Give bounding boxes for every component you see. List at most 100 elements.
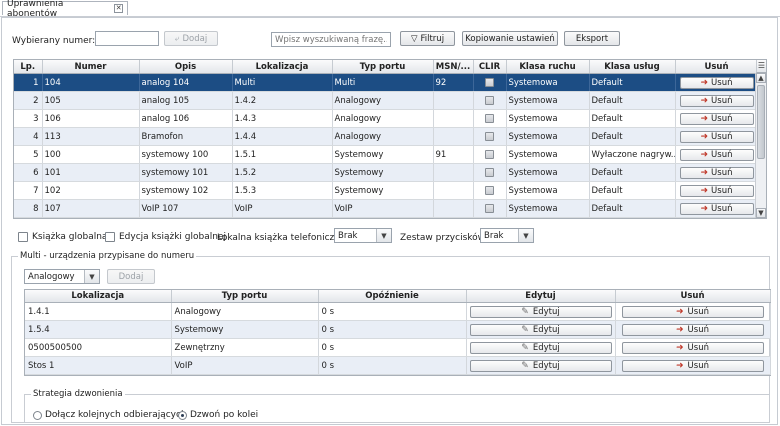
cell-delete: ➜ Usuń [615, 302, 771, 321]
delete-device-button[interactable]: ➜ Usuń [621, 341, 764, 354]
cell-lok: 0500500500 [25, 338, 172, 357]
table-row[interactable]: 0500500500 Zewnętrzny 0 s ✎ Edytuj ➜ Usuń [25, 338, 771, 357]
filter-button[interactable]: ▽ Filtruj [400, 31, 455, 46]
cell-lok: 1.4.1 [25, 302, 172, 321]
add-icon: ⤶ [174, 33, 180, 44]
delete-row-button[interactable]: ➜ Usuń [679, 94, 754, 107]
edit-device-button[interactable]: ✎ Edytuj [469, 305, 612, 318]
cell-delete: ➜ Usuń [615, 356, 771, 375]
column-menu-icon[interactable]: ☰ [756, 60, 766, 73]
table-row[interactable]: 8 107 VoIP 107 VoIP VoIP Systemowa Default ➜ Usu… [14, 199, 759, 218]
column-header[interactable]: Klasa ruchu [506, 60, 590, 74]
table-scrollbar[interactable]: ▲ ▼ [755, 73, 766, 218]
chevron-down-icon: ▼ [518, 229, 533, 242]
tab-uprawnienia[interactable]: Uprawnienia abonentów ✕ [2, 0, 128, 19]
strategy-legend: Strategia dzwonienia [33, 389, 123, 399]
edit-label: Edytuj [532, 360, 560, 371]
cell-opoz: 0 s [318, 356, 467, 375]
column-header[interactable]: Opóźnienie [318, 290, 467, 303]
table-row[interactable]: 7 102 systemowy 102 1.5.3 Systemowy Systemowa… [14, 181, 759, 200]
column-header[interactable]: Numer [42, 60, 140, 74]
scroll-up-icon[interactable]: ▲ [756, 73, 766, 83]
edit-device-button[interactable]: ✎ Edytuj [469, 341, 612, 354]
column-header[interactable]: Typ portu [332, 60, 434, 74]
delete-label: Usuń [687, 306, 709, 317]
clir-checkbox[interactable] [485, 204, 494, 213]
add-device-button[interactable]: Dodaj [107, 269, 155, 284]
radio-join[interactable] [33, 410, 42, 420]
strategy-option-join[interactable]: Dołącz kolejnych odbierających [33, 410, 187, 420]
edit-global-book-option[interactable]: Edycja książki globalnej [105, 232, 226, 242]
table-row[interactable]: 5 100 systemowy 100 1.5.1 Systemowy 91 Systemo… [14, 145, 759, 164]
cell-typ: Systemowy [332, 145, 434, 164]
edit-global-book-checkbox[interactable] [105, 232, 115, 242]
scroll-down-icon[interactable]: ▼ [756, 208, 766, 218]
column-header[interactable]: Edytuj [466, 290, 616, 303]
cell-msn [433, 91, 474, 110]
table-row[interactable]: 1.5.4 Systemowy 0 s ✎ Edytuj ➜ Usuń [25, 320, 771, 339]
delete-device-button[interactable]: ➜ Usuń [621, 359, 764, 372]
clir-checkbox[interactable] [485, 168, 494, 177]
delete-icon: ➜ [676, 342, 684, 353]
delete-device-button[interactable]: ➜ Usuń [621, 323, 764, 336]
global-book-option[interactable]: Książka globalna [18, 232, 107, 242]
copy-settings-button[interactable]: Kopiowanie ustawień [462, 31, 558, 46]
column-header[interactable]: Usuń [615, 290, 771, 303]
cell-opis: systemowy 101 [139, 163, 233, 182]
cell-lok: 1.5.4 [25, 320, 172, 339]
cell-typ: VoIP [171, 356, 319, 375]
edit-device-button[interactable]: ✎ Edytuj [469, 323, 612, 336]
table-row[interactable]: 1 104 analog 104 Multi Multi 92 Systemowa Defau… [14, 73, 759, 92]
clir-checkbox[interactable] [485, 132, 494, 141]
delete-row-button[interactable]: ➜ Usuń [679, 202, 754, 215]
delete-row-button[interactable]: ➜ Usuń [679, 148, 754, 161]
delete-row-button[interactable]: ➜ Usuń [679, 112, 754, 125]
cell-delete: ➜ Usuń [675, 199, 759, 218]
table-row[interactable]: 3 106 analog 106 1.4.3 Analogowy Systemowa Def… [14, 109, 759, 128]
delete-row-button[interactable]: ➜ Usuń [679, 166, 754, 179]
key-set-select[interactable]: Brak ▼ [480, 228, 534, 243]
column-header[interactable]: Klasa usług [589, 60, 676, 74]
local-book-select[interactable]: Brak ▼ [334, 228, 392, 243]
column-header[interactable]: MSN/... [433, 60, 474, 74]
clir-checkbox[interactable] [485, 114, 494, 123]
search-input[interactable] [271, 32, 391, 47]
radio-sequential[interactable] [178, 410, 187, 420]
delete-row-button[interactable]: ➜ Usuń [679, 130, 754, 143]
edit-icon: ✎ [521, 324, 529, 335]
scroll-thumb[interactable] [757, 85, 765, 159]
table-row[interactable]: 6 101 systemowy 101 1.5.2 Systemowy Systemowa… [14, 163, 759, 182]
column-header[interactable]: Lokalizacja [25, 290, 172, 303]
clir-checkbox[interactable] [485, 150, 494, 159]
column-header[interactable]: Lp. [14, 60, 43, 74]
delete-row-button[interactable]: ➜ Usuń [679, 76, 754, 89]
subscribers-table: Lp. Numer Opis Lokalizacja Typ portu MSN… [13, 59, 767, 219]
number-input[interactable] [95, 31, 159, 46]
close-icon[interactable]: ✕ [114, 4, 123, 13]
table-row[interactable]: 2 105 analog 105 1.4.2 Analogowy Systemowa Def… [14, 91, 759, 110]
table-row[interactable]: 4 113 Bramofon 1.4.4 Analogowy Systemowa Defau… [14, 127, 759, 146]
cell-lp: 4 [14, 127, 43, 146]
clir-checkbox[interactable] [485, 96, 494, 105]
export-button[interactable]: Eksport [564, 31, 620, 46]
clir-checkbox[interactable] [485, 78, 494, 87]
cell-lok: 1.4.4 [232, 127, 333, 146]
strategy-option-sequential[interactable]: Dzwoń po kolei [178, 410, 258, 420]
cell-edit: ✎ Edytuj [466, 320, 616, 339]
table-row[interactable]: 1.4.1 Analogowy 0 s ✎ Edytuj ➜ Usuń [25, 302, 771, 321]
column-header[interactable]: Lokalizacja [232, 60, 333, 74]
table-row[interactable]: Stos 1 VoIP 0 s ✎ Edytuj ➜ Usuń [25, 356, 771, 375]
device-type-select[interactable]: Analogowy ▼ [24, 269, 100, 284]
column-header[interactable]: CLIR [473, 60, 507, 74]
cell-klasa-uslug: Default [589, 91, 676, 110]
edit-device-button[interactable]: ✎ Edytuj [469, 359, 612, 372]
delete-row-button[interactable]: ➜ Usuń [679, 184, 754, 197]
clir-checkbox[interactable] [485, 186, 494, 195]
global-book-checkbox[interactable] [18, 232, 28, 242]
delete-device-button[interactable]: ➜ Usuń [621, 305, 764, 318]
cell-numer: 104 [42, 73, 140, 92]
column-header[interactable]: Typ portu [171, 290, 319, 303]
column-header[interactable]: Usuń [675, 60, 759, 74]
column-header[interactable]: Opis [139, 60, 233, 74]
add-number-button[interactable]: ⤶ Dodaj [164, 31, 218, 46]
